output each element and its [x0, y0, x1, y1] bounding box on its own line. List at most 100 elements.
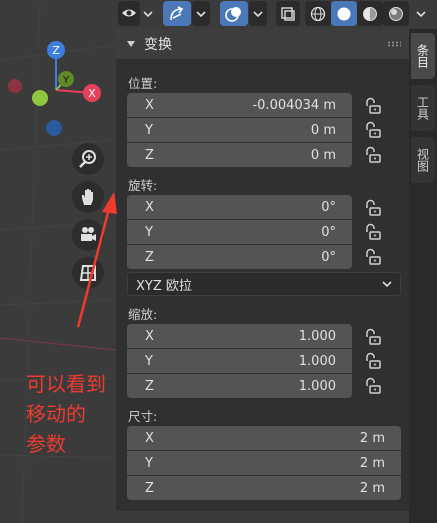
xray-toggle-button[interactable]	[276, 1, 300, 26]
material-shading-button[interactable]	[357, 1, 383, 26]
field-value: 2 m	[359, 480, 385, 496]
location-fields: X -0.004034 m Y 0 m Z 0 m	[127, 93, 352, 167]
scale-y-field[interactable]: Y 1.000	[127, 349, 352, 373]
gizmo-x-label: X	[88, 87, 96, 100]
view-grid-button[interactable]	[72, 257, 104, 289]
dimensions-y-field[interactable]: Y 2 m	[127, 451, 401, 475]
annotation-line-1: 可以看到	[26, 372, 106, 396]
rotation-mode-value: XYZ 欧拉	[136, 278, 192, 294]
dimensions-x-field[interactable]: X 2 m	[127, 426, 401, 450]
lock-icon[interactable]	[364, 352, 382, 370]
axis-label: Z	[145, 147, 154, 163]
rendered-shading-icon	[389, 6, 403, 21]
scale-z-field[interactable]: Z 1.000	[127, 374, 352, 398]
axis-label: X	[145, 199, 154, 215]
axis-label: Z	[145, 249, 154, 265]
field-value: 0°	[321, 224, 336, 240]
field-value: 1.000	[298, 353, 336, 369]
sidebar-item-panel: 变换 位置: X -0.004034 m Y 0 m Z 0 m 旋转: X 0° Y 0…	[116, 29, 409, 511]
axis-label: Y	[145, 122, 153, 138]
dimensions-label: 尺寸:	[128, 409, 158, 424]
xray-icon	[281, 6, 295, 21]
chevron-down-icon	[143, 10, 153, 17]
rendered-shading-button[interactable]	[383, 1, 409, 26]
lock-icon[interactable]	[364, 223, 382, 241]
wireframe-shading-icon	[310, 6, 326, 21]
camera-icon	[81, 227, 96, 241]
wireframe-shading-button[interactable]	[305, 1, 331, 26]
axis-label: X	[145, 97, 154, 113]
transform-panel-header[interactable]: 变换	[116, 29, 409, 59]
gizmo-z-label: Z	[52, 44, 60, 57]
scale-label: 缩放:	[128, 307, 158, 322]
dimensions-z-field[interactable]: Z 2 m	[127, 476, 401, 500]
camera-button[interactable]	[72, 219, 104, 251]
viewport-header-toolbar	[116, 0, 437, 28]
overlay-toggle-button[interactable]	[220, 1, 248, 26]
zoom-button[interactable]	[72, 143, 104, 175]
axis-label: X	[145, 328, 154, 344]
lock-icon[interactable]	[364, 97, 382, 115]
gizmo-toggle-button[interactable]	[163, 1, 191, 26]
rotation-y-field[interactable]: Y 0°	[127, 220, 352, 244]
material-shading-icon	[363, 6, 377, 21]
location-label: 位置:	[128, 76, 158, 91]
annotation-text: 可以看到 移动的 参数	[26, 369, 106, 459]
dimensions-fields: X 2 m Y 2 m Z 2 m	[127, 426, 401, 500]
annotation-line-3: 参数	[26, 432, 66, 456]
axis-label: Z	[145, 480, 154, 496]
field-value: 0 m	[310, 147, 336, 163]
chevron-down-icon	[382, 281, 392, 287]
rotation-mode-select[interactable]: XYZ 欧拉	[127, 272, 401, 296]
axis-label: Z	[145, 378, 154, 394]
location-x-field[interactable]: X -0.004034 m	[127, 93, 352, 117]
chevron-down-icon	[253, 10, 263, 17]
visibility-button[interactable]	[118, 1, 140, 26]
gizmo-arrow-icon	[170, 5, 184, 20]
axis-label: Y	[145, 224, 153, 240]
tab-tool[interactable]: 工具	[411, 85, 435, 131]
axis-label: Y	[145, 455, 153, 471]
field-value: -0.004034 m	[252, 97, 336, 113]
visibility-dropdown[interactable]	[139, 1, 157, 26]
scale-x-field[interactable]: X 1.000	[127, 324, 352, 348]
overlay-dropdown[interactable]	[249, 1, 267, 26]
lock-icon[interactable]	[364, 377, 382, 395]
axis-gizmo[interactable]: Y Z X	[0, 35, 115, 145]
lock-icon[interactable]	[364, 121, 382, 139]
axis-label: Y	[145, 353, 153, 369]
field-value: 0 m	[310, 122, 336, 138]
axis-label: X	[145, 430, 154, 446]
gizmo-dropdown[interactable]	[192, 1, 210, 26]
gizmo-y-label: Y	[62, 75, 70, 86]
collapse-triangle-icon	[127, 41, 135, 47]
panel-title: 变换	[144, 37, 172, 53]
pan-button[interactable]	[72, 181, 104, 213]
scale-fields: X 1.000 Y 1.000 Z 1.000	[127, 324, 352, 398]
rotation-z-field[interactable]: Z 0°	[127, 245, 352, 269]
sidebar-tabs: 条目 工具 视图	[409, 29, 437, 523]
zoom-icon	[79, 150, 96, 168]
tab-item[interactable]: 条目	[411, 33, 435, 79]
chevron-down-icon	[416, 10, 426, 17]
grid-view-icon	[79, 265, 96, 281]
eye-visibility-icon	[122, 9, 136, 16]
lock-icon[interactable]	[364, 248, 382, 266]
tab-view[interactable]: 视图	[411, 137, 435, 183]
hand-pan-icon	[82, 189, 93, 205]
lock-icon[interactable]	[364, 328, 382, 346]
rotation-label: 旋转:	[128, 178, 158, 193]
solid-shading-button[interactable]	[331, 1, 357, 26]
field-value: 0°	[321, 249, 336, 265]
field-value: 0°	[321, 199, 336, 215]
shading-dropdown[interactable]	[412, 1, 430, 26]
field-value: 1.000	[298, 378, 336, 394]
rotation-x-field[interactable]: X 0°	[127, 195, 352, 219]
overlay-icon	[225, 6, 241, 22]
drag-handle-icon[interactable]	[387, 41, 401, 47]
location-y-field[interactable]: Y 0 m	[127, 118, 352, 142]
chevron-down-icon	[196, 10, 206, 17]
location-z-field[interactable]: Z 0 m	[127, 143, 352, 167]
lock-icon[interactable]	[364, 199, 382, 217]
lock-icon[interactable]	[364, 146, 382, 164]
